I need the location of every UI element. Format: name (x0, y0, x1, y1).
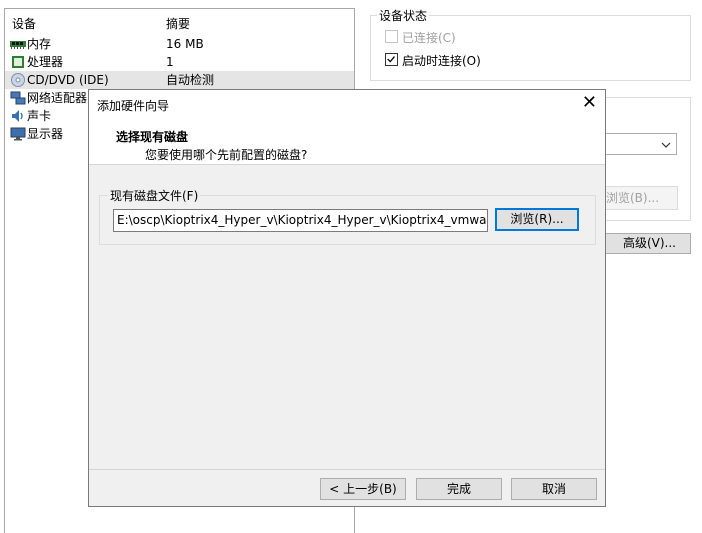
device-status-group: 设备状态 已连接(C) 启动时连接(O) (370, 7, 691, 81)
processor-icon (12, 56, 24, 68)
existing-disk-file-legend: 现有磁盘文件(F) (108, 187, 201, 204)
connect-at-power-on-checkbox[interactable] (385, 53, 398, 66)
device-name: 显示器 (27, 127, 64, 141)
device-row-memory[interactable]: 内存 16 MB (5, 35, 354, 53)
device-row-processor[interactable]: 处理器 1 (5, 53, 354, 71)
display-icon (10, 127, 26, 141)
disk-file-path-input[interactable]: E:\oscp\Kioptrix4_Hyper_v\Kioptrix4_Hype… (113, 209, 488, 232)
connected-label: 已连接(C) (402, 31, 456, 45)
device-status-legend: 设备状态 (377, 7, 430, 24)
device-name: 处理器 (27, 55, 64, 69)
column-header-summary[interactable]: 摘要 (166, 15, 190, 32)
device-summary: 16 MB (166, 37, 204, 51)
dialog-titlebar[interactable]: 添加硬件向导 ✕ (89, 90, 605, 118)
connected-checkbox[interactable] (385, 30, 398, 43)
device-list-header: 设备 摘要 (5, 15, 354, 31)
cd-dvd-icon (11, 73, 25, 87)
sound-card-icon (12, 110, 23, 122)
memory-icon (10, 41, 26, 49)
device-name: 网络适配器 (27, 91, 88, 105)
wizard-subheading: 您要使用哪个先前配置的磁盘? (145, 148, 308, 162)
footer-divider (89, 469, 605, 470)
device-row-cd-dvd[interactable]: CD/DVD (IDE) 自动检测 (5, 71, 354, 89)
device-name: 声卡 (27, 109, 52, 123)
network-adapter-icon (10, 91, 26, 105)
advanced-button[interactable]: 高级(V)... (603, 233, 691, 254)
browse-iso-button[interactable]: 浏览(B)... (603, 186, 678, 210)
cancel-button[interactable]: 取消 (511, 478, 597, 500)
iso-image-dropdown[interactable] (602, 133, 677, 155)
checkmark-icon (387, 56, 395, 63)
device-summary: 自动检测 (166, 73, 215, 87)
device-name: 内存 (27, 37, 52, 51)
wizard-header: 选择现有磁盘 您要使用哪个先前配置的磁盘? (89, 118, 605, 165)
dialog-title: 添加硬件向导 (97, 99, 170, 113)
connect-at-power-on-label: 启动时连接(O) (402, 54, 481, 68)
device-name: CD/DVD (IDE) (27, 73, 109, 87)
browse-button[interactable]: 浏览(R)... (495, 208, 579, 231)
wizard-heading: 选择现有磁盘 (116, 130, 189, 144)
add-hardware-wizard-dialog: 添加硬件向导 ✕ 选择现有磁盘 您要使用哪个先前配置的磁盘? 现有磁盘文件(F)… (88, 89, 606, 507)
close-icon[interactable]: ✕ (582, 92, 597, 114)
finish-button[interactable]: 完成 (416, 478, 502, 500)
back-button[interactable]: < 上一步(B) (320, 478, 406, 500)
chevron-down-icon (661, 142, 671, 148)
column-header-device[interactable]: 设备 (12, 15, 36, 32)
device-summary: 1 (166, 55, 174, 69)
